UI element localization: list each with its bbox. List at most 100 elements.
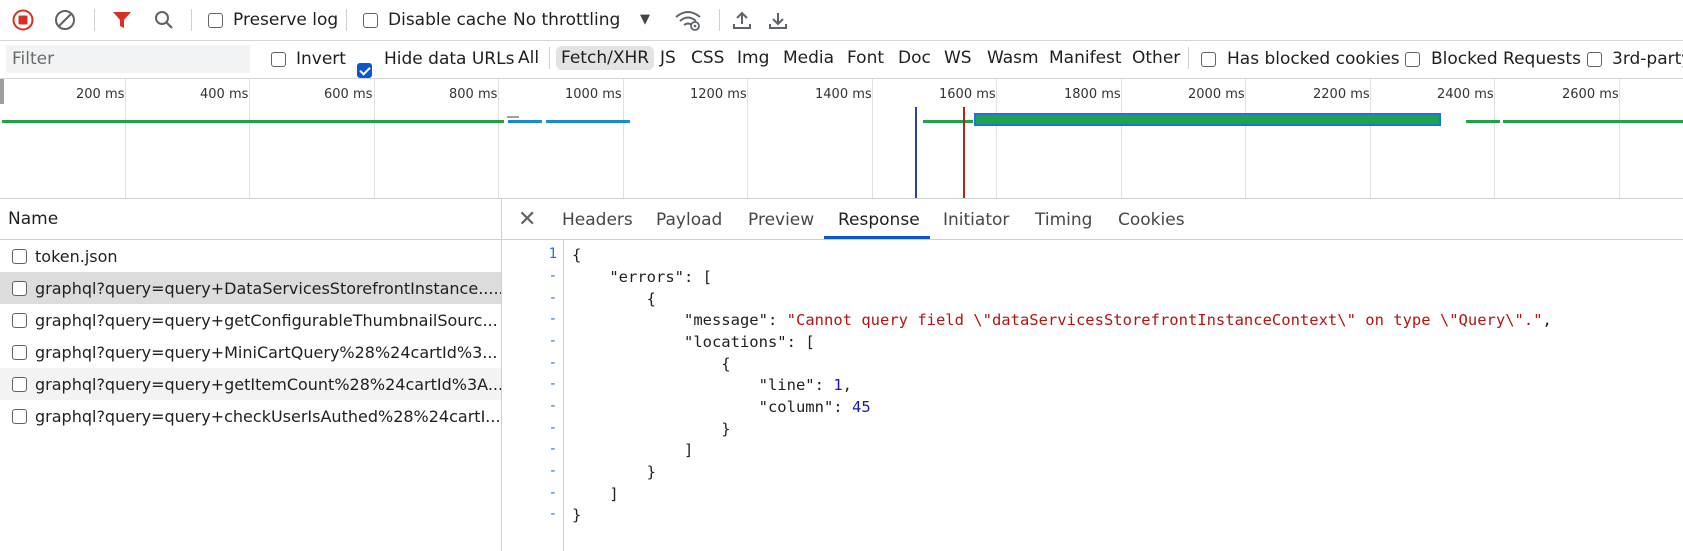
request-checkbox[interactable] <box>12 312 27 328</box>
has-blocked-cookies-label: Has blocked cookies <box>1227 49 1400 69</box>
fold-marker[interactable]: - <box>549 441 557 457</box>
throttling-select[interactable]: No throttling <box>513 10 620 30</box>
type-filter-js[interactable]: JS <box>660 48 676 68</box>
blocked-requests-checkbox[interactable] <box>1405 52 1420 67</box>
timeline-bar <box>2 120 504 123</box>
request-checkbox[interactable] <box>12 376 27 392</box>
fold-marker[interactable]: - <box>549 333 557 349</box>
request-checkbox[interactable] <box>12 408 27 424</box>
fold-marker[interactable]: - <box>549 355 557 371</box>
timeline-tick-label: 2200 ms <box>1313 87 1370 102</box>
preserve-log-checkbox[interactable] <box>208 13 223 28</box>
type-filter-css[interactable]: CSS <box>691 48 724 68</box>
type-filter-media[interactable]: Media <box>783 48 834 68</box>
fold-marker[interactable]: - <box>549 398 557 414</box>
active-tab-indicator <box>824 236 930 239</box>
upload-icon[interactable] <box>730 8 754 32</box>
code-line: ] <box>572 485 619 503</box>
clear-icon[interactable] <box>53 8 77 32</box>
tab-cookies[interactable]: Cookies <box>1118 210 1185 230</box>
fold-marker[interactable]: - <box>549 311 557 327</box>
request-row[interactable]: graphql?query=query+getItemCount%28%24ca… <box>0 368 501 400</box>
close-icon[interactable]: ✕ <box>518 207 536 232</box>
disable-cache-label: Disable cache <box>388 10 507 30</box>
request-checkbox[interactable] <box>12 280 27 296</box>
timeline-bar <box>508 120 542 123</box>
tab-payload[interactable]: Payload <box>656 210 722 230</box>
dom-content-loaded-marker <box>915 107 917 198</box>
code-line: "column": 45 <box>758 398 871 416</box>
third-party-label: 3rd-party <box>1612 49 1683 69</box>
code-line: "locations": [ <box>683 333 815 351</box>
invert-checkbox[interactable] <box>271 52 286 67</box>
timeline-gridline <box>1494 79 1495 198</box>
type-filter-fetch-xhr[interactable]: Fetch/XHR <box>556 46 655 70</box>
name-header-label: Name <box>8 209 59 229</box>
request-row-selected[interactable]: graphql?query=query+DataServicesStorefro… <box>0 272 501 304</box>
code-line: } <box>572 463 656 481</box>
preserve-log-label: Preserve log <box>233 10 339 30</box>
name-column-header[interactable]: Name <box>0 199 501 240</box>
third-party-checkbox[interactable] <box>1587 52 1602 67</box>
detail-tabs: ✕ Headers Payload Preview Response Initi… <box>502 199 1683 240</box>
code-line: "message": "Cannot query field \"dataSer… <box>683 311 1552 329</box>
fold-marker[interactable]: - <box>549 376 557 392</box>
code-line: { <box>572 246 582 264</box>
request-name: graphql?query=query+getItemCount%28%24ca… <box>35 374 501 394</box>
fold-marker[interactable]: - <box>549 268 557 284</box>
filter-bar: Invert Hide data URLs All Fetch/XHR JS C… <box>0 41 1683 79</box>
request-row[interactable]: graphql?query=query+checkUserIsAuthed%28… <box>0 400 501 432</box>
fold-marker[interactable]: - <box>549 290 557 306</box>
fold-marker[interactable]: - <box>549 485 557 501</box>
wifi-gear-icon[interactable] <box>674 8 702 32</box>
search-icon[interactable] <box>152 8 176 32</box>
fold-marker[interactable]: - <box>549 420 557 436</box>
type-filter-ws[interactable]: WS <box>944 48 972 68</box>
request-row[interactable]: token.json <box>0 240 501 272</box>
code-line: } <box>572 420 731 438</box>
chevron-down-icon[interactable]: ▼ <box>640 12 650 27</box>
funnel-icon[interactable] <box>110 8 134 32</box>
type-filter-all[interactable]: All <box>518 48 539 68</box>
type-filter-other[interactable]: Other <box>1132 48 1180 68</box>
request-name: graphql?query=query+MiniCartQuery%28%24c… <box>35 342 498 362</box>
type-filter-wasm[interactable]: Wasm <box>987 48 1039 68</box>
type-filter-manifest[interactable]: Manifest <box>1049 48 1122 68</box>
request-checkbox[interactable] <box>12 344 27 360</box>
timeline-tick-label: 1800 ms <box>1064 87 1121 102</box>
tab-initiator[interactable]: Initiator <box>943 210 1009 230</box>
timeline-gridline <box>1619 79 1620 198</box>
timeline-gridline <box>1370 79 1371 198</box>
tab-preview[interactable]: Preview <box>748 210 814 230</box>
disable-cache-checkbox[interactable] <box>363 13 378 28</box>
timeline-bar <box>1466 120 1500 123</box>
timeline-gridline <box>747 79 748 198</box>
timeline-gridline <box>249 79 250 198</box>
network-toolbar: Preserve log Disable cache No throttling… <box>0 0 1683 41</box>
fold-marker[interactable]: - <box>549 506 557 522</box>
timeline-gridline <box>1121 79 1122 198</box>
type-filter-img[interactable]: Img <box>737 48 769 68</box>
stop-record-icon[interactable] <box>11 8 35 32</box>
tab-response[interactable]: Response <box>838 210 920 230</box>
tab-timing[interactable]: Timing <box>1035 210 1092 230</box>
timeline-range-handle[interactable] <box>0 79 4 104</box>
hide-data-urls-checkbox[interactable] <box>357 63 372 78</box>
download-icon[interactable] <box>766 8 790 32</box>
filter-input[interactable] <box>6 45 250 73</box>
tab-headers[interactable]: Headers <box>562 210 633 230</box>
type-filter-font[interactable]: Font <box>847 48 884 68</box>
request-row[interactable]: graphql?query=query+getConfigurableThumb… <box>0 304 501 336</box>
hide-data-urls-label: Hide data URLs <box>384 49 515 69</box>
response-viewer[interactable]: 1 - - - - - - - - - - - - { "errors": [ … <box>502 240 1683 551</box>
timeline-bar <box>923 120 973 123</box>
request-name: graphql?query=query+getConfigurableThumb… <box>35 310 498 330</box>
request-row[interactable]: graphql?query=query+MiniCartQuery%28%24c… <box>0 336 501 368</box>
has-blocked-cookies-checkbox[interactable] <box>1201 52 1216 67</box>
request-checkbox[interactable] <box>12 248 27 264</box>
fold-marker[interactable]: - <box>549 463 557 479</box>
timeline-tick-label: 1400 ms <box>815 87 872 102</box>
network-overview-timeline[interactable]: 200 ms 400 ms 600 ms 800 ms 1000 ms 1200… <box>0 79 1683 199</box>
type-filter-doc[interactable]: Doc <box>898 48 931 68</box>
timeline-gridline <box>1245 79 1246 198</box>
